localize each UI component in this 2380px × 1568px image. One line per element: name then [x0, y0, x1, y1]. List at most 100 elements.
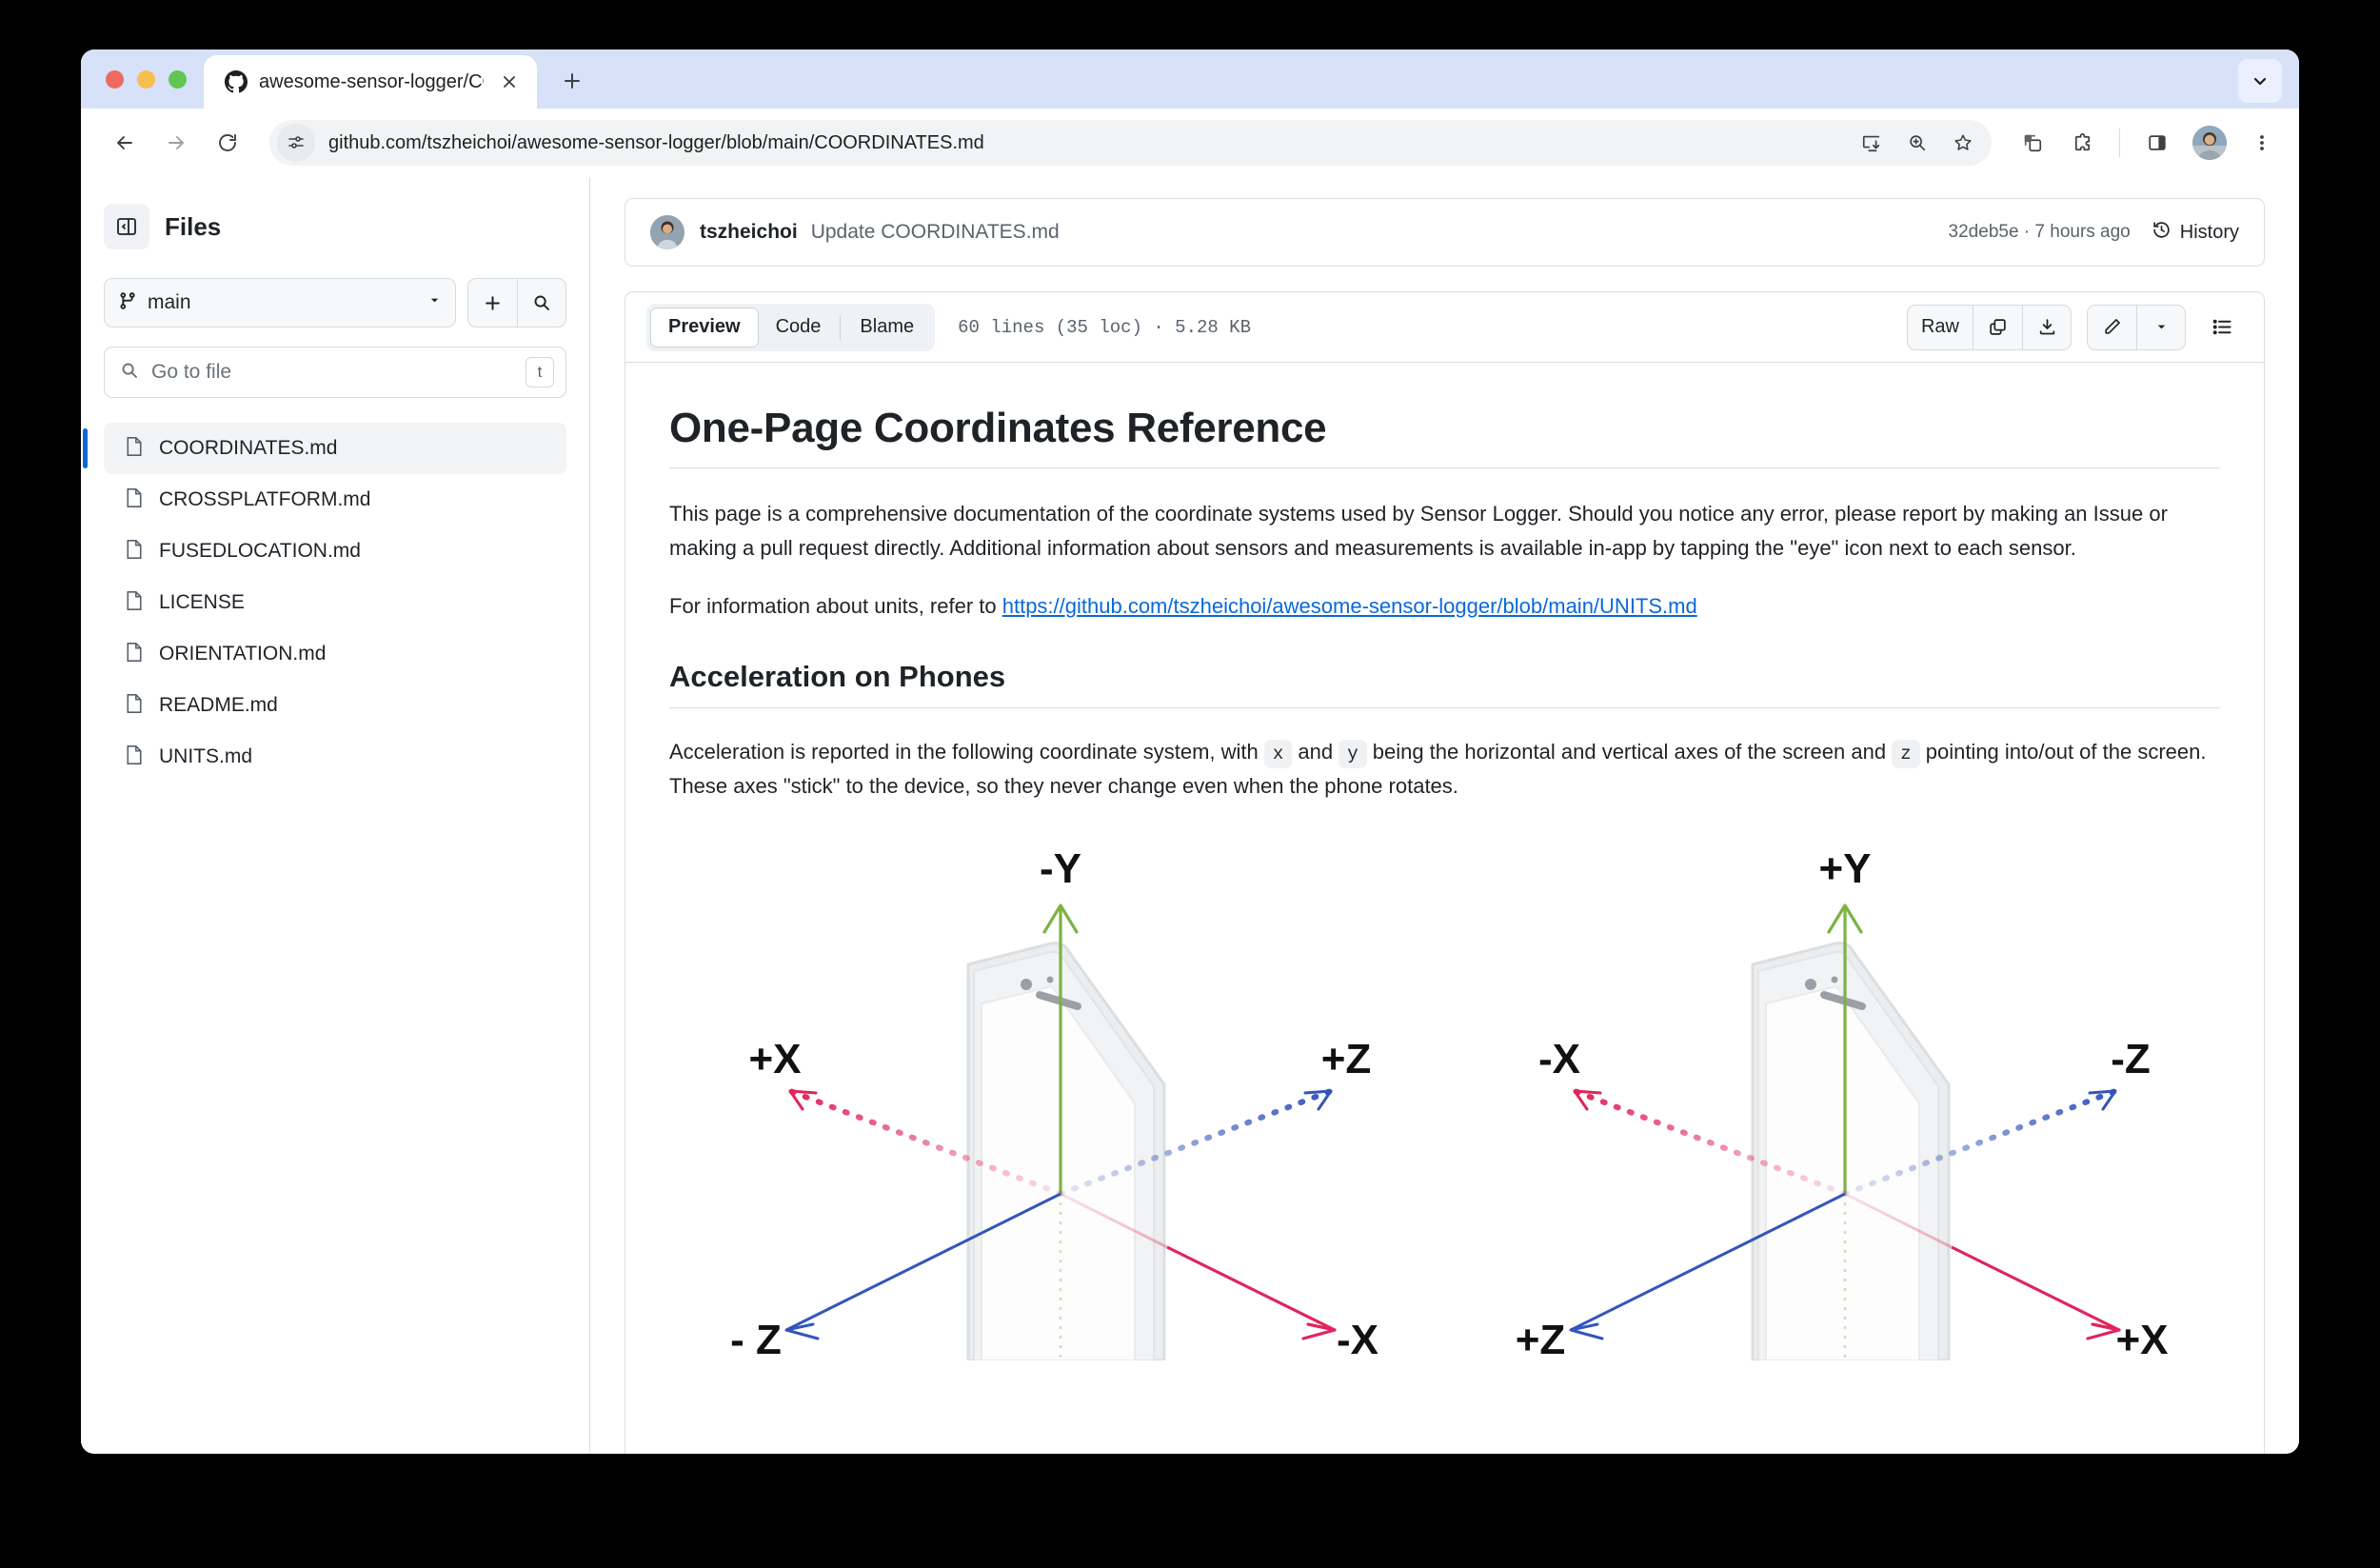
search-files-button[interactable] [517, 278, 566, 327]
browser-tab[interactable]: awesome-sensor-logger/COO [204, 55, 537, 109]
raw-copy-download-group: Raw [1906, 304, 2072, 350]
commit-author[interactable]: tszheichoi [700, 221, 798, 244]
axis-label-upper-left: +X [748, 1036, 801, 1082]
tab-preview[interactable]: Preview [650, 307, 759, 347]
minimize-window-button[interactable] [137, 69, 155, 89]
search-icon [120, 361, 139, 385]
close-icon[interactable] [495, 68, 524, 96]
code-chip-x: x [1263, 739, 1293, 768]
outline-list-icon[interactable] [2201, 307, 2243, 348]
axis-label-upper-right: -Z [2111, 1036, 2151, 1082]
git-branch-icon [118, 291, 137, 315]
file-name: COORDINATES.md [159, 437, 338, 459]
commit-message[interactable]: Update COORDINATES.md [811, 221, 1949, 244]
forward-arrow-icon[interactable] [153, 120, 199, 166]
file-icon [125, 693, 144, 719]
file-viewer: Preview Code Blame 60 lines (35 loc) · 5… [625, 291, 2265, 1454]
commit-author-avatar[interactable] [650, 215, 684, 249]
file-icon [125, 539, 144, 565]
axis-label-lower-left: +Z [1515, 1317, 1565, 1360]
units-link[interactable]: https://github.com/tszheichoi/awesome-se… [1002, 594, 1697, 618]
side-panel-icon[interactable] [2135, 121, 2179, 165]
tab-search-button[interactable] [2238, 59, 2282, 103]
coordinate-system-figure: -Y +X +Z - Z -X +Y -X -Z +Z +X [669, 827, 2220, 1361]
close-window-button[interactable] [106, 69, 124, 89]
file-list-item[interactable]: LICENSE [104, 577, 566, 628]
acceleration-paragraph: Acceleration is reported in the followin… [669, 735, 2220, 803]
file-list-item[interactable]: CROSSPLATFORM.md [104, 474, 566, 526]
tab-title: awesome-sensor-logger/COO [259, 70, 484, 92]
accel-text-1: Acceleration is reported in the followin… [669, 739, 1264, 764]
github-icon [225, 70, 248, 93]
edit-group [2087, 304, 2186, 350]
tab-blame[interactable]: Blame [843, 308, 931, 347]
window-traffic-lights [98, 50, 204, 109]
keyboard-shortcut-badge: t [526, 357, 554, 387]
extensions-puzzle-icon[interactable] [2060, 121, 2104, 165]
file-name: ORIENTATION.md [159, 643, 327, 665]
file-list-item[interactable]: COORDINATES.md [83, 423, 566, 474]
browser-toolbar: github.com/tszheichoi/awesome-sensor-log… [81, 109, 2299, 177]
file-list-item[interactable]: UNITS.md [104, 731, 566, 783]
sidebar-actions [467, 278, 566, 327]
add-file-button[interactable] [467, 278, 517, 327]
intro-paragraph: This page is a comprehensive documentati… [669, 502, 2168, 560]
file-viewer-toolbar: Preview Code Blame 60 lines (35 loc) · 5… [625, 292, 2264, 363]
axis-label-lower-right: +X [2115, 1317, 2168, 1360]
units-prefix-text: For information about units, refer to [669, 594, 1002, 619]
history-link[interactable]: History [2152, 220, 2239, 246]
latest-commit-bar: tszheichoi Update COORDINATES.md 32deb5e… [625, 198, 2265, 267]
new-tab-button[interactable] [550, 59, 594, 103]
section-heading-acceleration: Acceleration on Phones [669, 660, 2220, 708]
axis-label-up: -Y [1040, 845, 1081, 892]
code-chip-y: y [1339, 739, 1367, 768]
address-bar[interactable]: github.com/tszheichoi/awesome-sensor-log… [269, 120, 1992, 166]
bookmark-star-icon[interactable] [1942, 122, 1984, 164]
maximize-window-button[interactable] [169, 69, 187, 89]
back-arrow-icon[interactable] [102, 120, 148, 166]
chevron-down-icon [427, 293, 442, 312]
sidebar-collapse-icon[interactable] [104, 204, 149, 249]
raw-button[interactable]: Raw [1906, 304, 1973, 350]
reload-icon[interactable] [205, 120, 250, 166]
file-list-item[interactable]: README.md [104, 680, 566, 731]
axis-label-lower-left: - Z [730, 1317, 782, 1360]
tab-code[interactable]: Code [759, 308, 839, 347]
files-sidebar: Files main Go to file t COORDINATES.md C… [81, 177, 590, 1454]
copy-icon[interactable] [1973, 304, 2022, 350]
github-page: Files main Go to file t COORDINATES.md C… [81, 177, 2299, 1454]
omnibox-actions [1851, 122, 1984, 164]
file-list-item[interactable]: FUSEDLOCATION.md [104, 526, 566, 577]
accel-text-2: and [1292, 739, 1339, 764]
file-name: UNITS.md [159, 745, 253, 767]
history-label: History [2179, 221, 2239, 243]
branch-name: main [148, 291, 191, 313]
browser-tab-strip: awesome-sensor-logger/COO [81, 50, 2299, 109]
zoom-icon[interactable] [1896, 122, 1938, 164]
caret-down-icon[interactable] [2136, 304, 2186, 350]
install-app-icon[interactable] [1851, 122, 1893, 164]
file-name: FUSEDLOCATION.md [159, 540, 361, 562]
phone-axes-diagram-right: +Y -X -Z +Z +X [1515, 845, 2168, 1361]
axis-label-upper-right: +Z [1320, 1036, 1371, 1082]
pencil-icon[interactable] [2087, 304, 2136, 350]
go-to-file-field[interactable]: t [104, 347, 566, 398]
page-settings-icon[interactable] [277, 124, 315, 162]
file-content-column: tszheichoi Update COORDINATES.md 32deb5e… [590, 177, 2299, 1454]
avatar[interactable] [2192, 126, 2227, 160]
sidebar-header: Files [104, 204, 566, 249]
go-to-file-input[interactable] [151, 361, 513, 384]
branch-selector[interactable]: main [104, 278, 456, 327]
file-icon [125, 642, 144, 667]
url-text: github.com/tszheichoi/awesome-sensor-log… [328, 131, 984, 153]
axis-label-lower-right: -X [1337, 1317, 1378, 1360]
three-dot-menu-icon[interactable] [2240, 121, 2284, 165]
file-list-item[interactable]: ORIENTATION.md [104, 628, 566, 680]
file-name: LICENSE [159, 591, 245, 613]
phone-axes-diagram-left: -Y +X +Z - Z -X [730, 845, 1378, 1361]
history-clock-icon [2152, 220, 2172, 246]
tab-groups-icon[interactable] [2011, 121, 2054, 165]
download-icon[interactable] [2022, 304, 2072, 350]
file-icon [125, 436, 144, 462]
accel-text-3: being the horizontal and vertical axes o… [1366, 739, 1893, 764]
